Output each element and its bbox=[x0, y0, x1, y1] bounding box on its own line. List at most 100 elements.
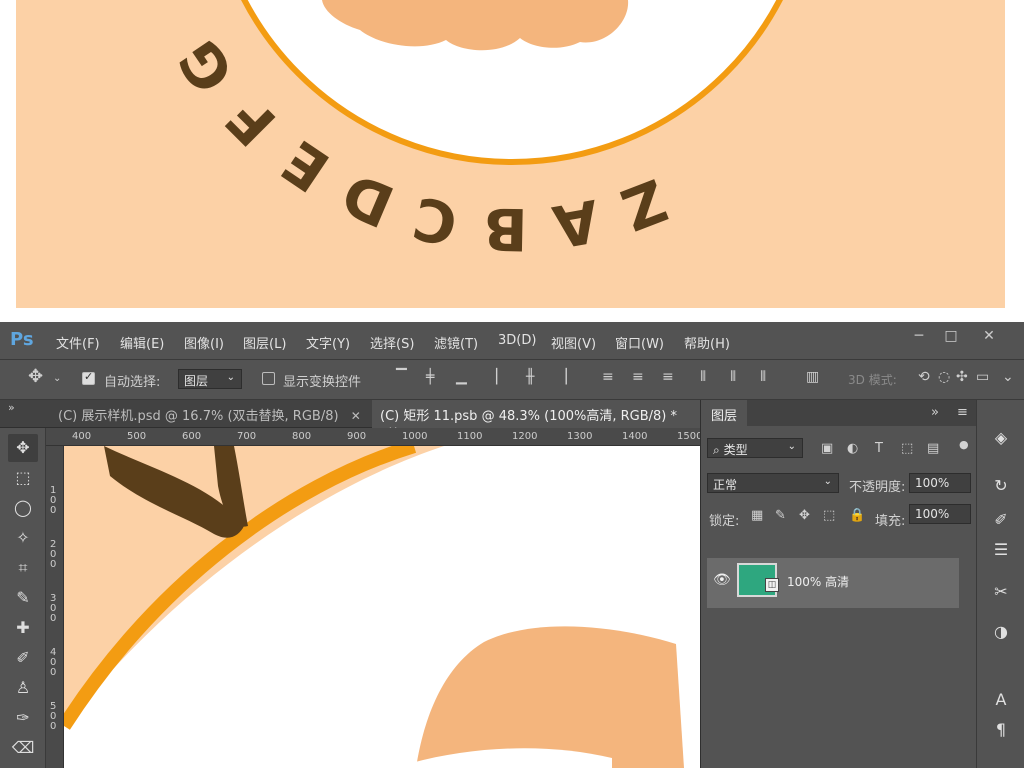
marquee-tool-icon[interactable]: ⬚ bbox=[8, 464, 38, 492]
lasso-tool-icon[interactable]: ◯ bbox=[8, 494, 38, 522]
distribute-right-icon[interactable]: ⦀ bbox=[760, 369, 766, 385]
ruler-tick: 1200 bbox=[512, 431, 538, 442]
smart-object-icon: ◫ bbox=[765, 578, 779, 592]
lock-artboard-icon[interactable]: ⬚ bbox=[823, 508, 835, 523]
align-vcenter-icon[interactable]: ╪ bbox=[426, 369, 434, 385]
distribute-top-icon[interactable]: ≡ bbox=[602, 369, 614, 385]
panel-tabbar: 图层 » ≡ bbox=[701, 400, 977, 426]
lock-pixels-icon[interactable]: ✎ bbox=[775, 508, 786, 523]
ruler-tick: 1 0 0 bbox=[50, 485, 57, 516]
eraser-tool-icon[interactable]: ⌫ bbox=[8, 734, 38, 762]
right-dock: ◈ ↻ ✐ ☰ ✂ ◑ A ¶ bbox=[976, 400, 1024, 768]
workspace-icon[interactable]: ▭ bbox=[976, 369, 989, 385]
crop-tool-icon[interactable]: ⌗ bbox=[8, 554, 38, 582]
chevron-down-icon[interactable]: ⌄ bbox=[53, 373, 61, 384]
menu-layer[interactable]: 图层(L) bbox=[243, 333, 286, 352]
blend-mode-dropdown[interactable]: 正常 ⌄ bbox=[707, 473, 839, 493]
lock-all-icon[interactable]: 🔒 bbox=[849, 508, 865, 523]
collapse-icon[interactable]: » bbox=[931, 405, 939, 420]
show-transform-checkbox[interactable] bbox=[262, 372, 275, 385]
ruler-tick: 5 0 0 bbox=[50, 701, 57, 732]
filter-smart-object-icon[interactable]: ▤ bbox=[927, 441, 939, 456]
distribute-bottom-icon[interactable]: ≡ bbox=[662, 369, 674, 385]
brush-tool-icon[interactable]: ✐ bbox=[8, 644, 38, 672]
fill-value: 100% bbox=[915, 507, 950, 521]
magic-wand-icon[interactable]: ✧ bbox=[8, 524, 38, 552]
menu-view[interactable]: 视图(V) bbox=[551, 333, 596, 352]
history-brush-icon[interactable]: ✑ bbox=[8, 704, 38, 732]
3d-drag-icon[interactable]: ✣ bbox=[956, 369, 968, 385]
layer-filter-dropdown[interactable]: ⌕ 类型 ⌄ bbox=[707, 438, 803, 458]
distribute-vcenter-icon[interactable]: ≡ bbox=[632, 369, 644, 385]
filter-shape-icon[interactable]: ⬚ bbox=[901, 441, 913, 456]
3d-mode-label: 3D 模式: bbox=[848, 373, 897, 387]
menu-type[interactable]: 文字(Y) bbox=[306, 333, 350, 352]
auto-select-dropdown[interactable]: 图层 ⌄ bbox=[178, 369, 242, 389]
ruler-tick: 3 0 0 bbox=[50, 593, 57, 624]
filter-pixel-icon[interactable]: ▣ bbox=[821, 441, 833, 456]
canvas-artwork bbox=[64, 446, 700, 768]
layers-panel: 图层 » ≡ ⌕ 类型 ⌄ ▣ ◐ T ⬚ ▤ ● 正常 ⌄ 不透明度: 100… bbox=[700, 400, 977, 768]
tools-dock-icon[interactable]: ✂ bbox=[987, 578, 1015, 606]
menu-filter[interactable]: 滤镜(T) bbox=[434, 333, 478, 352]
3d-rotate-icon[interactable]: ⟲ bbox=[918, 369, 930, 385]
auto-select-checkbox[interactable] bbox=[82, 370, 95, 385]
3d-roll-icon[interactable]: ◌ bbox=[938, 369, 950, 385]
menu-3d[interactable]: 3D(D) bbox=[498, 333, 536, 348]
opacity-label: 不透明度: bbox=[849, 480, 906, 495]
ruler-tick: 800 bbox=[292, 431, 312, 442]
ruler-tick: 700 bbox=[237, 431, 257, 442]
filter-adjustment-icon[interactable]: ◐ bbox=[847, 441, 858, 456]
align-hcenter-icon[interactable]: ╫ bbox=[526, 369, 534, 385]
document-canvas[interactable] bbox=[64, 446, 700, 768]
move-tool-icon[interactable]: ✥ bbox=[28, 366, 43, 387]
healing-brush-icon[interactable]: ✚ bbox=[8, 614, 38, 642]
panel-menu-icon[interactable]: ≡ bbox=[957, 405, 968, 420]
distribute-hcenter-icon[interactable]: ⦀ bbox=[730, 369, 736, 385]
adjustments-dock-icon[interactable]: ☰ bbox=[987, 536, 1015, 564]
history-dock-icon[interactable]: ↻ bbox=[987, 472, 1015, 500]
opacity-input[interactable]: 100% bbox=[909, 473, 971, 493]
lock-position-icon[interactable]: ✥ bbox=[799, 508, 810, 523]
ruler-tick: 1000 bbox=[402, 431, 428, 442]
ruler-tick: 400 bbox=[72, 431, 92, 442]
menu-select[interactable]: 选择(S) bbox=[370, 333, 414, 352]
menu-edit[interactable]: 编辑(E) bbox=[120, 333, 164, 352]
clone-stamp-icon[interactable]: ♙ bbox=[8, 674, 38, 702]
type-dock-icon[interactable]: A bbox=[987, 686, 1015, 714]
layers-dock-icon[interactable]: ◈ bbox=[987, 424, 1015, 452]
menu-window[interactable]: 窗口(W) bbox=[615, 333, 664, 352]
photoshop-window: Ps 文件(F) 编辑(E) 图像(I) 图层(L) 文字(Y) 选择(S) 滤… bbox=[0, 322, 1024, 768]
layer-row[interactable]: 👁 ◫ 100% 高清 bbox=[707, 558, 959, 608]
ring-letter: B bbox=[483, 194, 528, 263]
collapse-icon[interactable]: » bbox=[8, 401, 15, 414]
ruler-tick: 1500 bbox=[677, 431, 703, 442]
tab-document-2[interactable]: (C) 矩形 11.psb @ 48.3% (100%高清, RGB/8) * … bbox=[372, 400, 700, 438]
menu-file[interactable]: 文件(F) bbox=[56, 333, 100, 352]
align-left-icon[interactable]: ▏ bbox=[496, 369, 507, 385]
lock-transparent-icon[interactable]: ▦ bbox=[751, 508, 763, 523]
paragraph-dock-icon[interactable]: ¶ bbox=[987, 716, 1015, 744]
tab-layers[interactable]: 图层 bbox=[701, 400, 747, 426]
minimize-button[interactable]: ─ bbox=[902, 328, 936, 348]
close-button[interactable]: ✕ bbox=[972, 328, 1006, 348]
maximize-button[interactable]: □ bbox=[934, 328, 968, 348]
menu-image[interactable]: 图像(I) bbox=[184, 333, 224, 352]
eyedropper-tool-icon[interactable]: ✎ bbox=[8, 584, 38, 612]
distribute-left-icon[interactable]: ⦀ bbox=[700, 369, 706, 385]
close-icon[interactable]: ✕ bbox=[351, 409, 361, 423]
fill-input[interactable]: 100% bbox=[909, 504, 971, 524]
align-right-icon[interactable]: ▕ bbox=[556, 369, 567, 385]
align-top-icon[interactable]: ▔ bbox=[396, 369, 407, 385]
chevron-down-icon[interactable]: ⌄ bbox=[1002, 369, 1014, 385]
brush-dock-icon[interactable]: ✐ bbox=[987, 506, 1015, 534]
move-tool-icon[interactable]: ✥ bbox=[8, 434, 38, 462]
eye-icon[interactable]: 👁 bbox=[713, 572, 731, 588]
menu-help[interactable]: 帮助(H) bbox=[684, 333, 730, 352]
align-bottom-icon[interactable]: ▁ bbox=[456, 369, 467, 385]
tab-document-1[interactable]: (C) 展示样机.psd @ 16.7% (双击替换, RGB/8) ✕ bbox=[50, 400, 369, 428]
filter-toggle-icon[interactable]: ● bbox=[959, 438, 969, 451]
color-dock-icon[interactable]: ◑ bbox=[987, 618, 1015, 646]
auto-align-icon[interactable]: ▥ bbox=[806, 369, 819, 385]
filter-type-icon[interactable]: T bbox=[875, 441, 883, 456]
